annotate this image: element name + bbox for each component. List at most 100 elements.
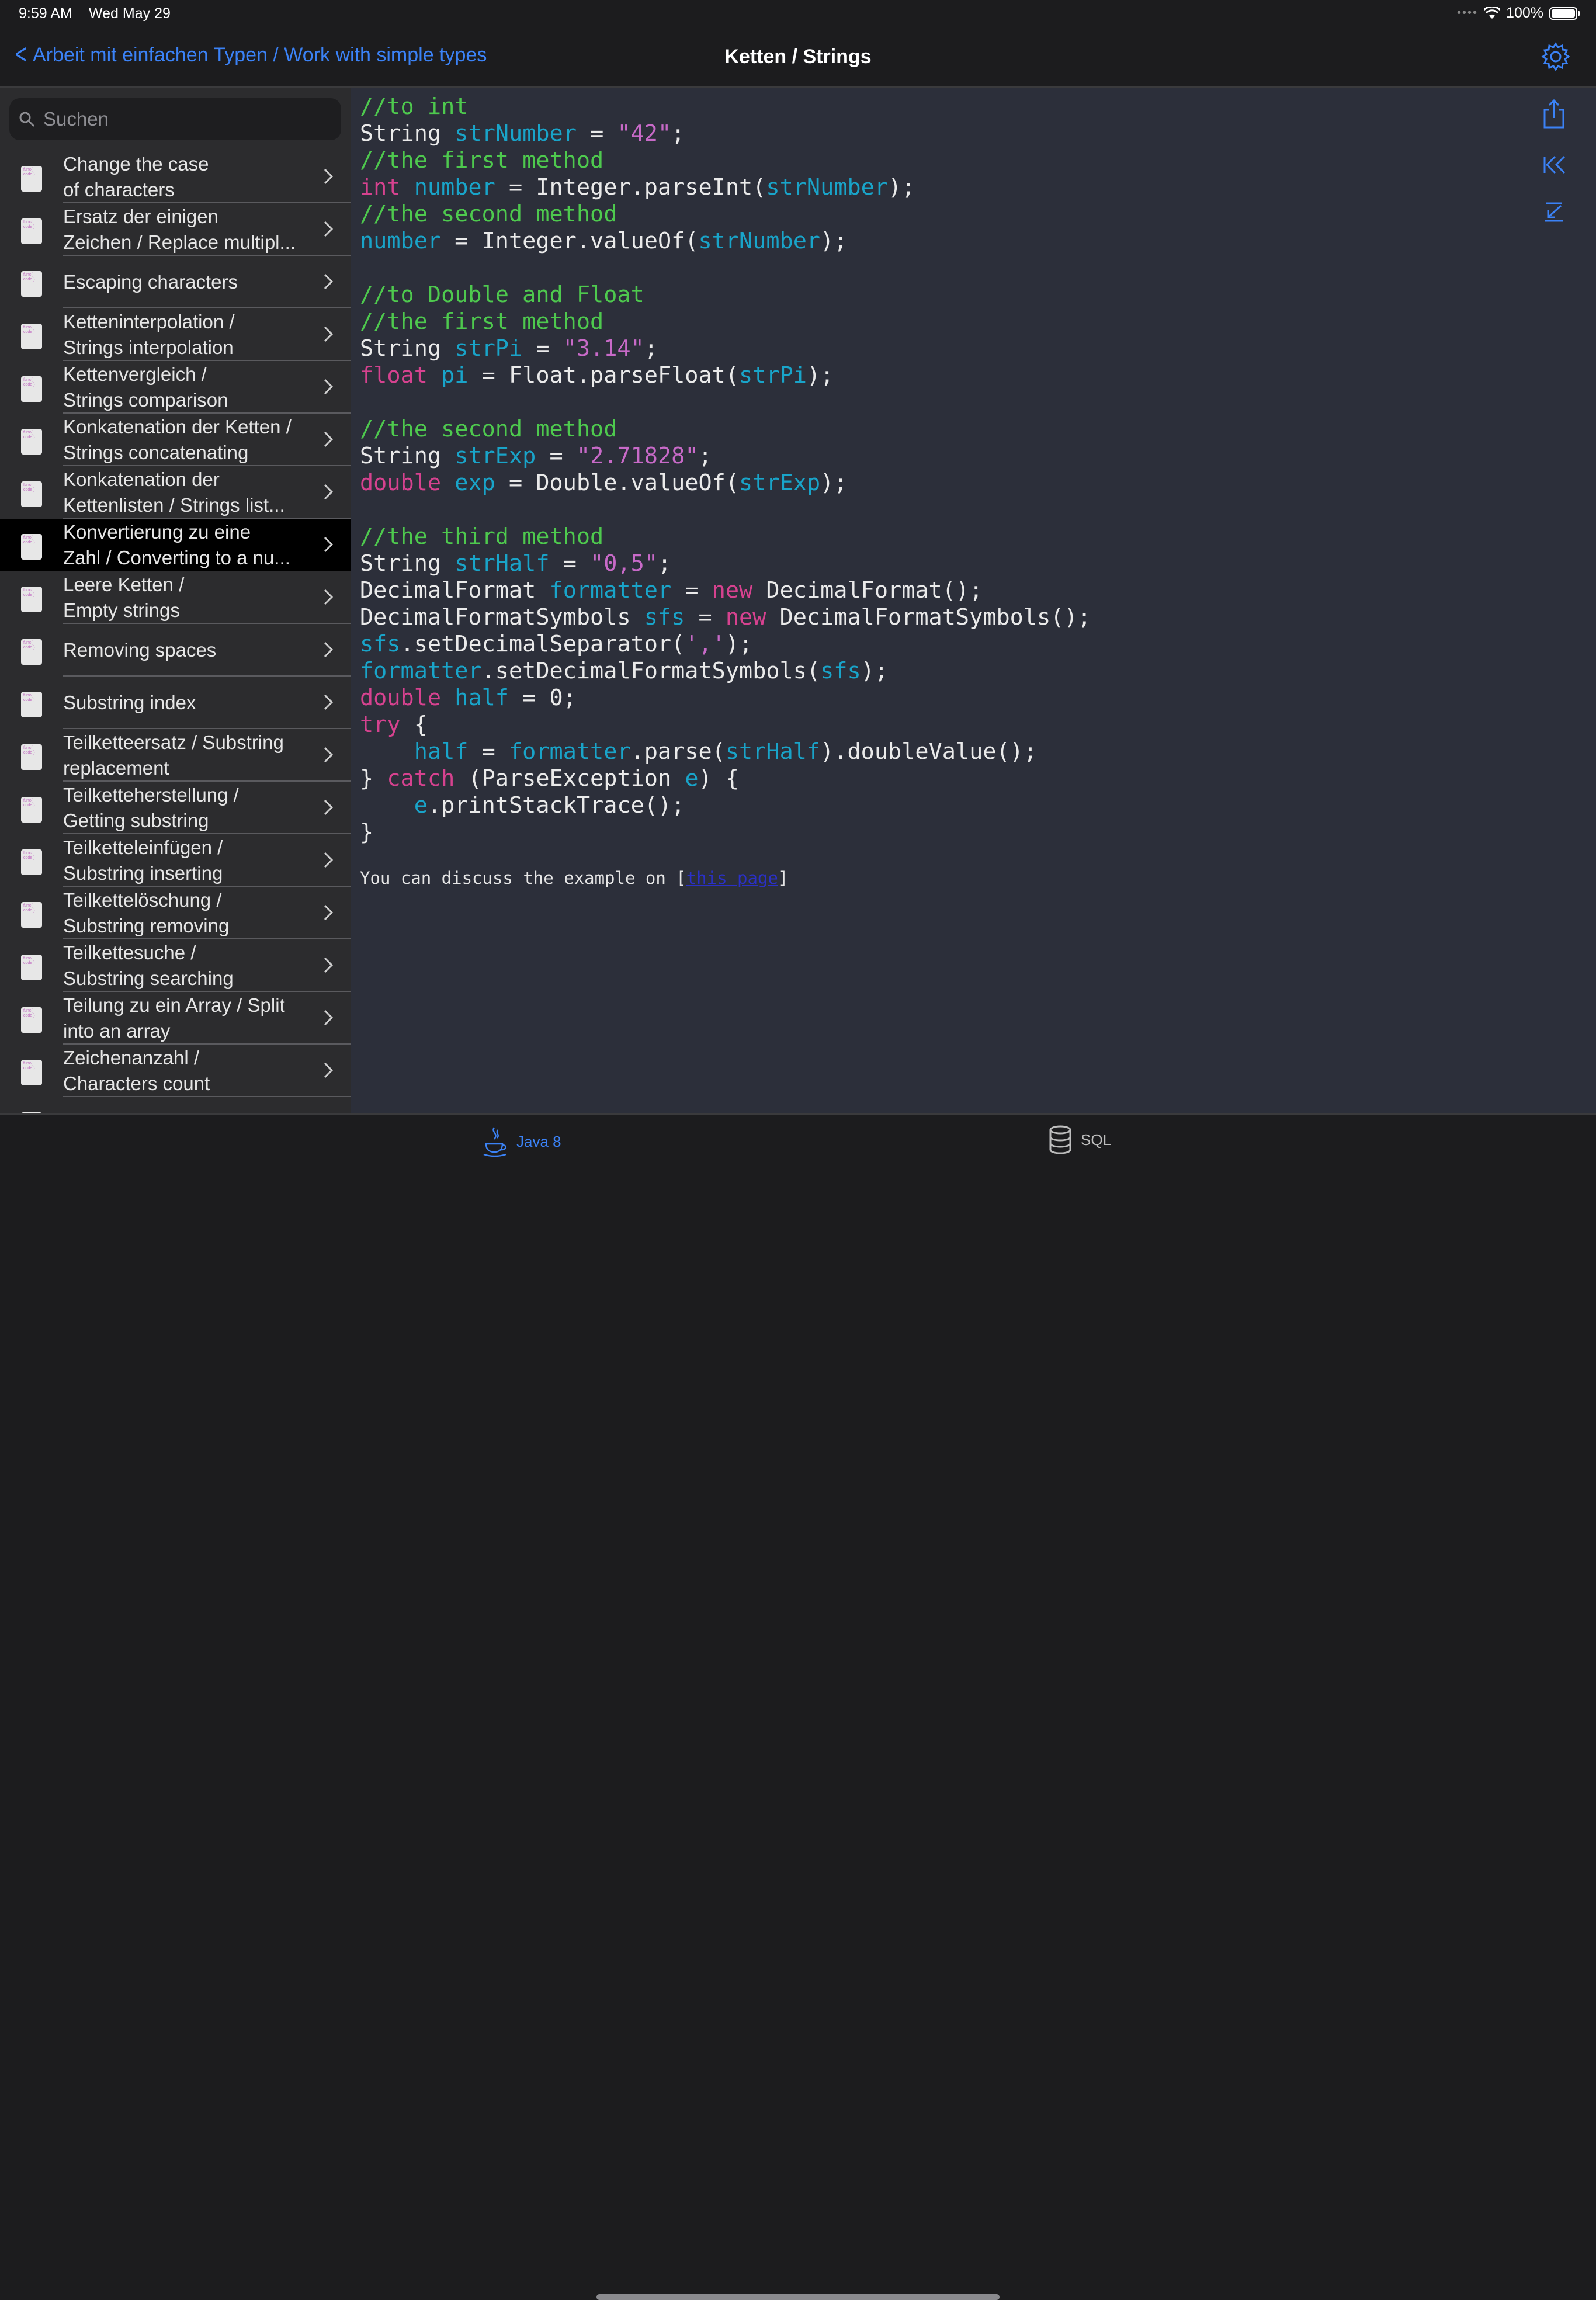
list-item[interactable]: func{ code } Kettenvergleich / Strings co…: [0, 361, 351, 414]
discussion-link[interactable]: this page: [686, 868, 778, 888]
list-item[interactable]: func{ code } Change the case of character…: [0, 151, 351, 203]
chevron-right-icon: [324, 904, 334, 921]
list-item[interactable]: func{ code } Removing spaces: [0, 624, 351, 677]
chevron-right-icon: [324, 536, 334, 553]
code-view: //to int String strNumber = "42"; //the …: [351, 88, 1596, 1113]
code-token: .parse(: [630, 738, 726, 765]
tab-java[interactable]: Java 8: [483, 1125, 561, 1158]
code-token: =: [536, 443, 577, 469]
code-token: try: [360, 712, 401, 738]
code-token: (ParseException: [454, 765, 685, 792]
list-item[interactable]: func{ code } Konkatenation der Kettenlist…: [0, 466, 351, 519]
code-token: String: [360, 550, 455, 577]
code-token: String: [360, 120, 455, 147]
code-token: new: [725, 604, 766, 630]
list-item-label: Zeichenanzahl / Characters count: [63, 1047, 210, 1094]
list-item[interactable]: func{ code }Zeichenersatz / Character: [0, 1097, 351, 1113]
code-token: "3.14": [563, 335, 644, 362]
list-item[interactable]: func{ code } Konvertierung zu eine Zahl /…: [0, 519, 351, 571]
list-item[interactable]: func{ code } Teilketteleinfügen / Substri…: [0, 834, 351, 887]
code-token: );: [806, 362, 834, 388]
share-icon[interactable]: [1541, 98, 1567, 130]
back-button[interactable]: < Arbeit mit einfachen Typen / Work with…: [13, 41, 487, 69]
list-item-label: Konkatenation der Kettenlisten / Strings…: [63, 469, 285, 516]
code-token: =: [671, 577, 712, 603]
status-date: Wed May 29: [89, 5, 171, 22]
tab-sql-label: SQL: [1081, 1130, 1112, 1149]
list-item[interactable]: func{ code } Teilkettesuche / Substring s…: [0, 939, 351, 992]
chevron-right-icon: [324, 326, 334, 342]
code-token: strNumber: [698, 228, 821, 254]
code-file-icon: func{ code }: [21, 324, 42, 349]
search-field[interactable]: Suchen: [9, 98, 341, 140]
last-page-icon[interactable]: [1541, 200, 1567, 223]
code-token: pi: [441, 362, 469, 388]
list-item-label: Zeichenersatz / Character: [63, 1097, 308, 1113]
code-token: formatter: [360, 658, 482, 684]
tab-sql[interactable]: SQL: [1048, 1125, 1111, 1154]
code-token: //the first method: [360, 308, 604, 335]
code-file-icon: func{ code }: [21, 692, 42, 717]
discussion-prefix: You can discuss the example on: [360, 868, 676, 888]
list-item[interactable]: func{ code } Teilketteherstellung / Getti…: [0, 782, 351, 834]
list-item[interactable]: func{ code } Konkatenation der Ketten / S…: [0, 414, 351, 466]
code-token: String: [360, 443, 455, 469]
status-time: 9:59 AM: [19, 5, 72, 22]
list-item[interactable]: func{ code } Ketteninterpolation / String…: [0, 308, 351, 361]
code-token: strPi: [739, 362, 807, 388]
java-cup-icon: [483, 1127, 506, 1157]
list-item[interactable]: func{ code } Zeichenanzahl / Characters c…: [0, 1045, 351, 1097]
list-item[interactable]: func{ code } Teilung zu ein Array / Split…: [0, 992, 351, 1045]
chevron-right-icon: [324, 1009, 334, 1026]
code-token: );: [725, 631, 753, 657]
gear-icon[interactable]: [1541, 42, 1570, 71]
chevron-right-icon: [324, 168, 334, 185]
code-token: DecimalFormatSymbols();: [766, 604, 1091, 630]
code-token: int: [360, 174, 414, 200]
sidebar: Suchen func{ code } Change the case of ch…: [0, 88, 351, 1113]
code-token: //to Double and Float: [360, 282, 644, 308]
code-token: String: [360, 335, 455, 362]
code-token: sfs: [820, 658, 861, 684]
chevron-right-icon: [324, 589, 334, 605]
code-token: strHalf: [454, 550, 550, 577]
code-token: half: [454, 685, 509, 711]
code-token: //the second method: [360, 201, 617, 227]
code-token: "2.71828": [576, 443, 699, 469]
chevron-right-icon: [324, 694, 334, 710]
bracket-open: [: [676, 868, 686, 888]
chevron-right-icon: [324, 431, 334, 447]
list-item[interactable]: func{ code } Substring index: [0, 677, 351, 729]
code-token: double: [360, 685, 455, 711]
chevron-right-icon: [324, 379, 334, 395]
list-item-label: Escaping characters: [63, 271, 238, 293]
list-item-label: Substring index: [63, 692, 196, 713]
code-file-icon: func{ code }: [21, 166, 42, 192]
tab-bar: Java 8 SQL: [0, 1113, 1596, 2300]
list-item-label: Kettenvergleich / Strings comparison: [63, 363, 228, 411]
list-item[interactable]: func{ code } Ersatz der einigen Zeichen /…: [0, 203, 351, 256]
code-token: new: [712, 577, 753, 603]
list-item[interactable]: func{ code } Teilkettelöschung / Substrin…: [0, 887, 351, 939]
tab-java-label: Java 8: [516, 1132, 561, 1150]
topic-list: func{ code } Change the case of character…: [0, 151, 351, 1113]
list-item[interactable]: func{ code } Leere Ketten / Empty strings: [0, 571, 351, 624]
code-token: .printStackTrace();: [427, 792, 685, 818]
first-page-icon[interactable]: [1541, 153, 1567, 176]
code-token: strPi: [454, 335, 523, 362]
list-item[interactable]: func{ code } Escaping characters: [0, 256, 351, 308]
list-item-label: Teilketteersatz / Substring replacement: [63, 731, 284, 779]
code-token: =: [468, 738, 509, 765]
code-token: //to int: [360, 93, 469, 120]
code-token: );: [861, 658, 889, 684]
list-item[interactable]: func{ code } Teilketteersatz / Substring …: [0, 729, 351, 782]
code-token: strNumber: [454, 120, 577, 147]
code-file-icon: func{ code }: [21, 955, 42, 980]
search-placeholder: Suchen: [43, 108, 109, 130]
chevron-right-icon: [324, 957, 334, 973]
navigation-bar: < Arbeit mit einfachen Typen / Work with…: [0, 28, 1596, 88]
chevron-right-icon: [324, 484, 334, 500]
code-token: ;: [657, 550, 672, 577]
code-file-icon: func{ code }: [21, 902, 42, 928]
